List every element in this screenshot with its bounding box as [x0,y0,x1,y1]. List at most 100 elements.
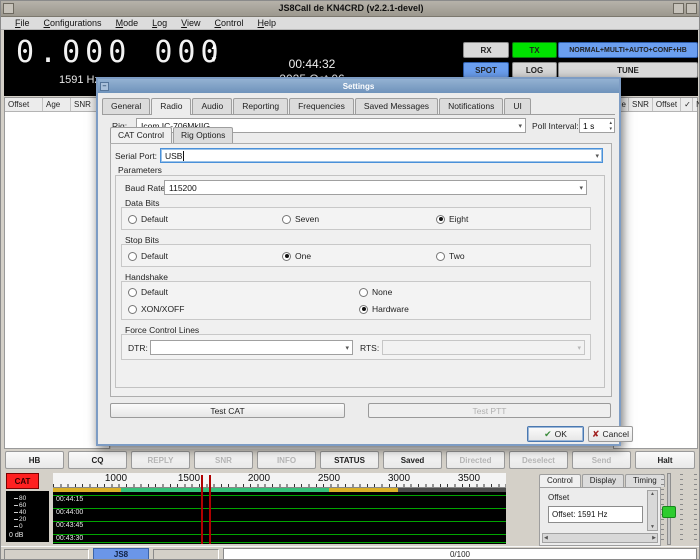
x-icon: ✘ [592,429,600,440]
col-snr2[interactable]: SNR [629,98,653,111]
radio-handshake-none[interactable]: None [359,287,392,297]
radio-label: Hardware [372,304,409,314]
waterfall[interactable]: 1000 1500 2000 2500 3000 3500 00:44:15 0… [53,473,506,544]
horizontal-scrollbar[interactable]: ◀▶ [542,533,658,543]
radio-databits-default[interactable]: Default [128,214,168,224]
vertical-scrollbar[interactable]: ▲▼ [647,490,658,531]
window-menu-icon[interactable] [3,3,14,14]
offset-marker-right[interactable] [209,475,211,544]
rx-button[interactable]: RX [463,42,509,58]
status-button[interactable]: STATUS [320,451,379,469]
dial-frequency[interactable]: 0.000 000 [16,35,224,70]
mode-badge[interactable]: JS8 [93,548,149,560]
dtr-combobox[interactable]: ▾ [150,340,353,355]
radio-stopbits-default[interactable]: Default [128,251,168,261]
scroll-left-icon: ◀ [544,535,548,541]
menu-mode[interactable]: Mode [116,18,139,28]
station-table[interactable]: ge SNR Offset ✓ N [613,97,698,449]
dialog-menu-icon[interactable]: – [100,82,109,91]
spot-button[interactable]: SPOT [463,62,509,78]
menu-view[interactable]: View [181,18,200,28]
tab-reporting[interactable]: Reporting [233,98,288,114]
cq-button[interactable]: CQ [68,451,127,469]
frequency-down-icon[interactable]: ▼ [210,56,218,64]
offset-marker-left[interactable] [201,475,203,544]
minimize-icon[interactable] [673,3,684,14]
snr-button[interactable]: SNR [194,451,253,469]
control-panel-tabbar: Control Display Timing [539,471,661,487]
deselect-button[interactable]: Deselect [509,451,568,469]
waterfall-timestamp: 00:44:15 [56,496,83,503]
cancel-button[interactable]: ✘ Cancel [588,426,633,442]
radio-databits-eight[interactable]: Eight [436,214,468,224]
window-titlebar[interactable]: JS8Call de KN4CRD (v2.2.1-devel) [1,1,700,17]
saved-button[interactable]: Saved [383,451,442,469]
menu-log[interactable]: Log [152,18,167,28]
halt-button[interactable]: Halt [635,451,695,469]
db-tick-40: 40 [14,509,26,516]
directed-button[interactable]: Directed [446,451,505,469]
menu-control[interactable]: Control [214,18,243,28]
rts-combobox[interactable]: ▾ [382,340,585,355]
col-offset2[interactable]: Offset [653,98,681,111]
db-scale-panel: 80 60 40 20 0 0 dB [6,491,49,542]
cancel-label: Cancel [603,429,629,439]
tab-saved-messages[interactable]: Saved Messages [355,98,438,114]
info-button[interactable]: INFO [257,451,316,469]
db-tick-80: 80 [14,495,26,502]
log-button[interactable]: LOG [512,62,557,78]
subtab-cat-control[interactable]: CAT Control [110,127,172,144]
col-name-partial[interactable]: N [693,98,700,111]
offset-field[interactable]: Offset: 1591 Hz [548,506,643,523]
check-icon: ✔ [544,429,552,440]
radio-icon [282,215,291,224]
menu-file[interactable]: File [15,18,30,28]
serial-port-combobox[interactable]: USB ▾ [160,148,603,163]
settings-titlebar[interactable]: – Settings [98,79,619,93]
radio-databits-seven[interactable]: Seven [282,214,319,224]
radio-icon [128,305,137,314]
slider-handle[interactable] [662,506,676,518]
stop-bits-box: Default One Two [121,244,591,267]
tab-ui[interactable]: UI [504,98,531,114]
tab-display[interactable]: Display [582,474,624,487]
col-check-icon[interactable]: ✓ [681,98,693,111]
ok-button[interactable]: ✔ OK [527,426,584,442]
radio-stopbits-two[interactable]: Two [436,251,465,261]
reply-button[interactable]: REPLY [131,451,190,469]
tab-timing[interactable]: Timing [625,474,665,487]
radio-handshake-hardware[interactable]: Hardware [359,304,409,314]
subtab-rig-options[interactable]: Rig Options [173,127,233,143]
radio-icon [359,288,368,297]
radio-stopbits-one[interactable]: One [282,251,311,261]
scroll-up-icon: ▲ [650,491,655,497]
tab-frequencies[interactable]: Frequencies [289,98,354,114]
call-activity-table[interactable]: Offset Age SNR [4,97,110,449]
mode-flags-button[interactable]: NORMAL+MULTI+AUTO+CONF+HB [558,42,698,58]
freq-tick-2500: 2500 [318,473,340,484]
menu-configurations[interactable]: Configurations [44,18,102,28]
baud-rate-combobox[interactable]: 115200 ▾ [164,180,587,195]
cat-status-indicator[interactable]: CAT [6,473,39,489]
hb-button[interactable]: HB [5,451,64,469]
tab-general[interactable]: General [102,98,150,114]
tune-button[interactable]: TUNE [558,62,698,78]
menu-help[interactable]: Help [258,18,277,28]
maximize-icon[interactable] [686,3,697,14]
tx-button[interactable]: TX [512,42,557,58]
tab-radio[interactable]: Radio [151,98,191,115]
tab-control[interactable]: Control [539,474,581,488]
radio-handshake-xonxoff[interactable]: XON/XOFF [128,304,184,314]
test-cat-button[interactable]: Test CAT [110,403,345,418]
radio-selected-icon [436,215,445,224]
tab-audio[interactable]: Audio [192,98,232,114]
radio-handshake-default[interactable]: Default [128,287,168,297]
col-age[interactable]: Age [43,98,71,111]
radio-icon [128,288,137,297]
col-offset[interactable]: Offset [5,98,43,111]
waterfall-frequency-scale[interactable]: 1000 1500 2000 2500 3000 3500 [53,473,506,488]
frequency-up-icon[interactable]: ▲ [210,43,218,51]
tab-notifications[interactable]: Notifications [439,98,503,114]
test-ptt-button[interactable]: Test PTT [368,403,611,418]
send-button[interactable]: Send [572,451,631,469]
